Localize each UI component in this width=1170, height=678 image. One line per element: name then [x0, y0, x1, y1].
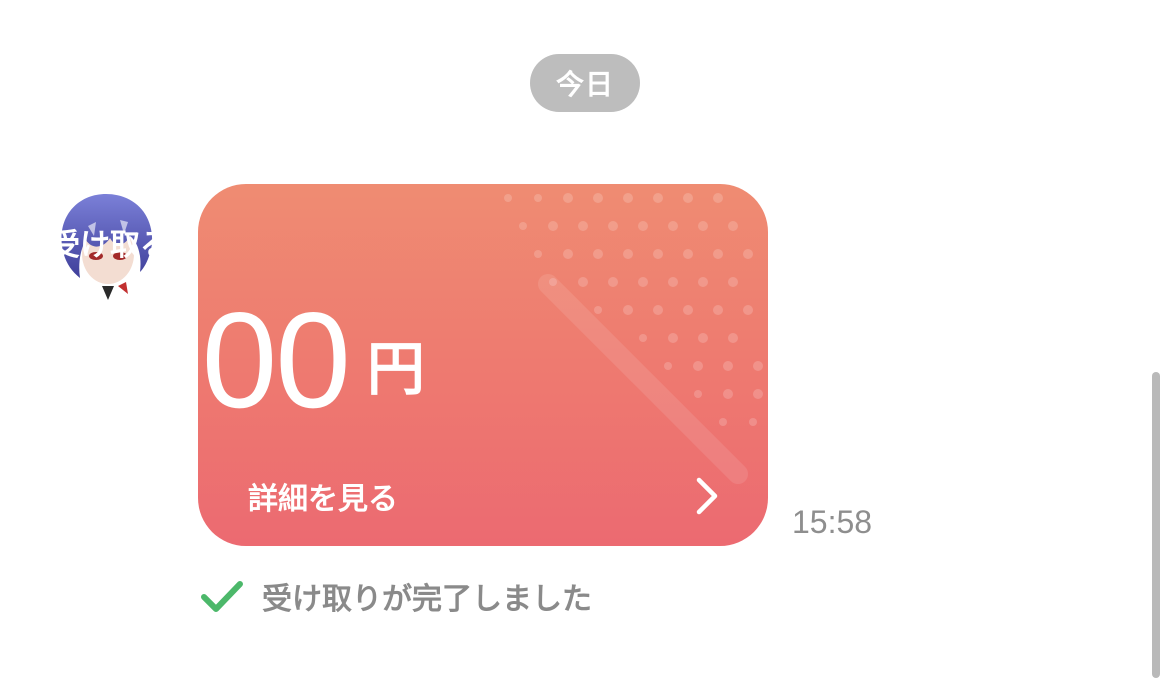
- chevron-right-icon: [696, 477, 718, 515]
- currency-unit: 円: [366, 335, 425, 403]
- details-label: 詳細を見る: [248, 482, 398, 517]
- amount-value: 500: [128, 284, 351, 436]
- message-timestamp: 15:58: [792, 504, 873, 540]
- check-icon: [201, 581, 243, 612]
- status-text: 受け取りが完了しました: [262, 582, 592, 617]
- scrollbar[interactable]: [1152, 372, 1160, 678]
- view-details-link[interactable]: 詳細を見る: [248, 474, 720, 518]
- receipt-status: 受け取りが完了しました: [200, 574, 592, 618]
- card-title: 受け取る: [50, 228, 170, 263]
- chat-screen: 今日 受け取る 500 円 詳細を見る 15:58 受け取りが完了しました: [0, 0, 1170, 678]
- amount-display: 500 円: [128, 292, 425, 428]
- date-separator: 今日: [530, 54, 640, 112]
